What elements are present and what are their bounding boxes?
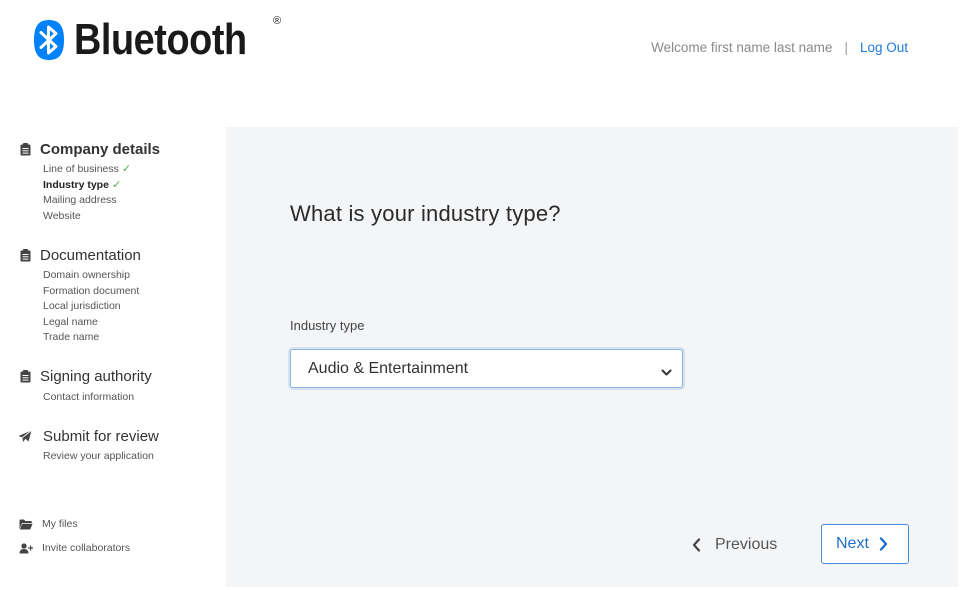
bluetooth-logo: Bluetooth ® [32,12,281,68]
sidebar-item-legal-name[interactable]: Legal name [43,315,218,331]
sidebar-item-domain-ownership[interactable]: Domain ownership [43,268,218,284]
user-bar: Welcome first name last name | Log Out [651,40,908,55]
sidebar-item-mailing-address[interactable]: Mailing address [43,193,218,209]
item-label: Review your application [43,450,154,462]
industry-type-select[interactable]: Audio & Entertainment [290,349,683,388]
clipboard-icon [18,248,32,262]
separator: | [844,40,848,55]
sidebar-section-submit-for-review[interactable]: Submit for review Review your applicatio… [18,427,218,465]
registered-mark: ® [273,15,282,27]
bluetooth-icon [34,20,64,60]
sidebar-item-trade-name[interactable]: Trade name [43,330,218,346]
section-title: Submit for review [43,427,159,445]
chevron-down-icon [661,364,672,382]
item-label: Industry type [43,178,109,191]
previous-button[interactable]: Previous [692,533,777,557]
item-label: Line of business [43,163,119,175]
sidebar-footer: My files Invite collaborators [18,516,130,564]
sidebar-item-contact-information[interactable]: Contact information [43,390,218,406]
item-label: Domain ownership [43,269,130,281]
sidebar-item-website[interactable]: Website [43,209,218,225]
link-label: My files [42,518,78,530]
section-title: Documentation [40,246,141,264]
item-label: Local jurisdiction [43,300,121,312]
next-button[interactable]: Next [821,524,909,564]
section-title: Company details [40,140,161,158]
section-title: Signing authority [40,368,152,385]
chevron-left-icon [692,538,701,552]
sidebar-section-company-details[interactable]: Company details Line of business ✓ Indus… [18,140,218,224]
logout-link[interactable]: Log Out [860,40,908,55]
previous-label: Previous [715,536,778,553]
chevron-right-icon [879,537,888,551]
check-icon: ✓ [121,163,132,175]
industry-type-label: Industry type [290,318,365,333]
sidebar-nav: Company details Line of business ✓ Indus… [18,140,218,487]
sidebar-item-local-jurisdiction[interactable]: Local jurisdiction [43,299,218,315]
clipboard-icon [18,370,32,383]
sidebar-item-formation-document[interactable]: Formation document [43,284,218,300]
clipboard-icon [18,142,32,156]
add-user-icon [18,542,34,554]
sidebar-item-line-of-business[interactable]: Line of business ✓ [43,162,218,178]
link-label: Invite collaborators [42,542,131,554]
sidebar-section-signing-authority[interactable]: Signing authority Contact information [18,368,218,406]
item-label: Mailing address [43,194,117,206]
selected-value: Audio & Entertainment [308,359,469,377]
item-label: Contact information [43,390,135,403]
sidebar-item-industry-type[interactable]: Industry type ✓ [43,178,218,194]
item-label: Legal name [43,315,98,328]
next-label: Next [836,535,869,552]
main-panel: What is your industry type? Industry typ… [226,127,958,587]
welcome-text: Welcome first name last name [651,40,833,55]
folder-icon [18,519,34,530]
item-label: Trade name [43,331,100,343]
my-files-link[interactable]: My files [18,516,130,532]
sidebar-section-documentation[interactable]: Documentation Domain ownership Formation… [18,246,218,346]
item-label: Formation document [43,284,140,297]
invite-collaborators-link[interactable]: Invite collaborators [18,540,130,556]
logo-wordmark: Bluetooth [74,15,247,64]
question-heading: What is your industry type? [290,201,561,226]
sidebar-item-review-application[interactable]: Review your application [43,449,218,465]
paper-plane-icon [18,429,32,443]
item-label: Website [43,209,81,222]
check-icon: ✓ [111,178,122,191]
